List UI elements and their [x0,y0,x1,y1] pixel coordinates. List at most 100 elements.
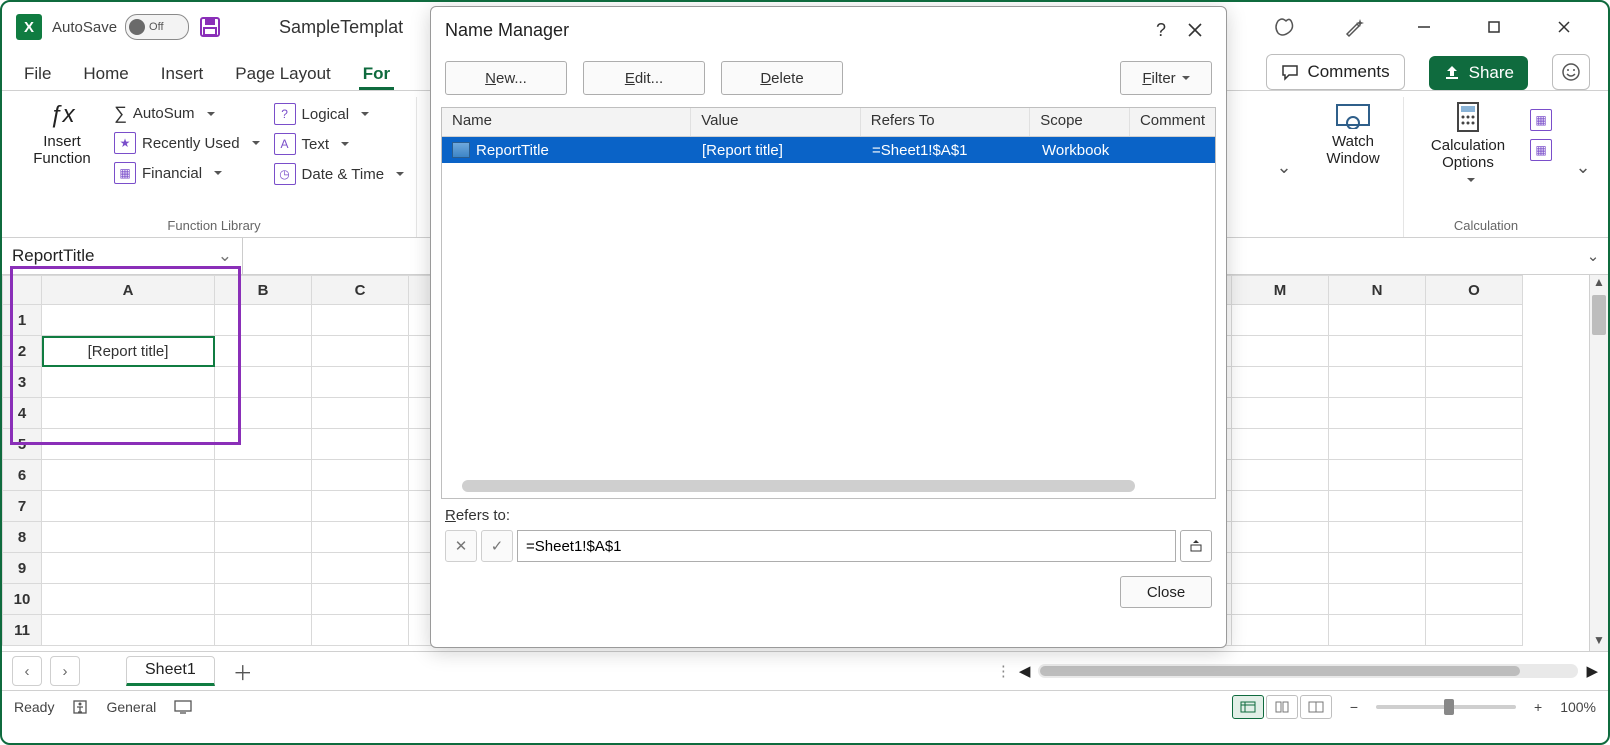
cell-B4[interactable] [215,398,312,429]
names-list-hscroll[interactable] [462,480,1135,492]
maximize-button[interactable] [1474,9,1514,45]
horizontal-scrollbar[interactable] [1038,664,1578,678]
calc-now-button[interactable]: ▦ [1526,107,1556,133]
zoom-slider[interactable] [1376,705,1516,709]
hscroll-left-arrow[interactable]: ◀ [1019,662,1031,680]
view-page-break[interactable] [1300,695,1332,719]
col-header-B[interactable]: B [215,276,312,305]
cell-B9[interactable] [215,553,312,584]
cell-A7[interactable] [42,491,215,522]
cell-A11[interactable] [42,615,215,646]
cell-M10[interactable] [1232,584,1329,615]
watch-window-button[interactable]: Watch Window [1311,97,1395,172]
row-header-10[interactable]: 10 [3,584,42,615]
view-page-layout[interactable] [1266,695,1298,719]
cell-A10[interactable] [42,584,215,615]
row-header-9[interactable]: 9 [3,553,42,584]
cell-N1[interactable] [1329,305,1426,336]
ribbon-collapse-chevron[interactable]: ⌄ [1568,97,1598,237]
cell-B3[interactable] [215,367,312,398]
date-time-button[interactable]: ◷Date & Time [270,161,409,187]
tab-file[interactable]: File [20,58,55,90]
cell-O2[interactable] [1426,336,1523,367]
calc-sheet-button[interactable]: ▦ [1526,137,1556,163]
row-header-3[interactable]: 3 [3,367,42,398]
save-icon[interactable] [199,16,221,38]
pen-sparkle-icon[interactable] [1334,9,1374,45]
cell-A3[interactable] [42,367,215,398]
cell-A8[interactable] [42,522,215,553]
cell-B2[interactable] [215,336,312,367]
hscroll-right-arrow[interactable]: ▶ [1586,662,1598,680]
tab-page-layout[interactable]: Page Layout [231,58,334,90]
accessibility-icon[interactable] [72,699,88,715]
cell-A9[interactable] [42,553,215,584]
cell-B6[interactable] [215,460,312,491]
cell-B5[interactable] [215,429,312,460]
sheet-nav-next[interactable]: › [50,656,80,686]
recently-used-button[interactable]: ★Recently Used [110,130,264,156]
name-box[interactable]: ReportTitle ⌄ [2,238,243,274]
cell-N2[interactable] [1329,336,1426,367]
feedback-button[interactable] [1552,54,1590,90]
cell-N4[interactable] [1329,398,1426,429]
row-header-1[interactable]: 1 [3,305,42,336]
refers-range-picker[interactable] [1180,530,1212,562]
dialog-titlebar[interactable]: Name Manager ? [431,7,1226,53]
row-header-2[interactable]: 2 [3,336,42,367]
row-header-5[interactable]: 5 [3,429,42,460]
cell-A1[interactable] [42,305,215,336]
cell-B7[interactable] [215,491,312,522]
cell-N9[interactable] [1329,553,1426,584]
copilot-icon[interactable] [1264,9,1304,45]
cell-N11[interactable] [1329,615,1426,646]
hscroll-thumb[interactable] [1040,666,1520,676]
cell-A5[interactable] [42,429,215,460]
cell-C7[interactable] [312,491,409,522]
text-button[interactable]: AText [270,131,409,157]
comments-button[interactable]: Comments [1266,54,1404,90]
vertical-scrollbar[interactable]: ▲ ▼ [1589,275,1608,651]
cell-C2[interactable] [312,336,409,367]
cell-N10[interactable] [1329,584,1426,615]
refers-accept-button[interactable]: ✓ [481,530,513,562]
refers-to-input[interactable] [517,530,1176,562]
col-header-N[interactable]: N [1329,276,1426,305]
sheet-tab-sheet1[interactable]: Sheet1 [126,656,215,686]
col-comment[interactable]: Comment [1130,108,1215,136]
cell-O6[interactable] [1426,460,1523,491]
cell-C8[interactable] [312,522,409,553]
cell-C11[interactable] [312,615,409,646]
cell-M8[interactable] [1232,522,1329,553]
cell-O8[interactable] [1426,522,1523,553]
view-normal[interactable] [1232,695,1264,719]
close-button[interactable]: Close [1120,576,1212,608]
vscroll-thumb[interactable] [1592,295,1606,335]
share-button[interactable]: Share [1429,56,1528,90]
cell-M6[interactable] [1232,460,1329,491]
calculation-options-button[interactable]: Calculation Options [1416,97,1520,188]
cell-M3[interactable] [1232,367,1329,398]
new-button[interactable]: New... [445,61,567,95]
col-value[interactable]: Value [691,108,861,136]
display-settings-icon[interactable] [174,700,192,714]
col-refers[interactable]: Refers To [861,108,1031,136]
cell-N6[interactable] [1329,460,1426,491]
names-list[interactable]: Name Value Refers To Scope Comment Repor… [441,107,1216,499]
cell-C3[interactable] [312,367,409,398]
close-button[interactable] [1544,9,1584,45]
cell-O7[interactable] [1426,491,1523,522]
row-header-7[interactable]: 7 [3,491,42,522]
cell-C1[interactable] [312,305,409,336]
cell-O4[interactable] [1426,398,1523,429]
cell-C4[interactable] [312,398,409,429]
row-header-6[interactable]: 6 [3,460,42,491]
logical-button[interactable]: ?Logical [270,101,409,127]
chevron-down-icon[interactable]: ⌄ [218,246,232,266]
sheet-nav-prev[interactable]: ‹ [12,656,42,686]
dialog-close-x[interactable] [1178,13,1212,47]
cell-N7[interactable] [1329,491,1426,522]
cell-O5[interactable] [1426,429,1523,460]
cell-N3[interactable] [1329,367,1426,398]
financial-button[interactable]: ▦Financial [110,160,264,186]
